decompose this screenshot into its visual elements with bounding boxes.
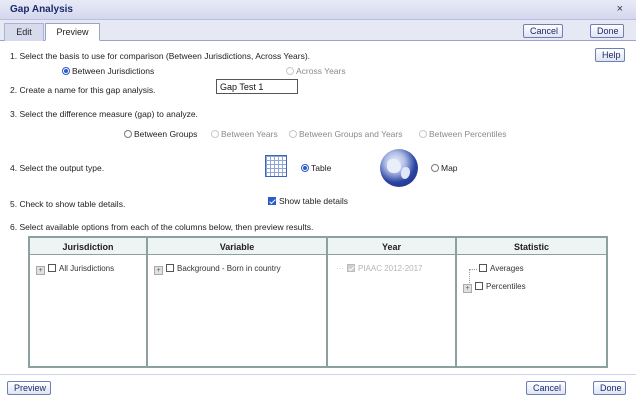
show-table-details-checkbox[interactable]: Show table details xyxy=(268,196,348,206)
step-4-text: Select the output type. xyxy=(19,163,105,173)
radio-button[interactable] xyxy=(301,164,309,172)
tree-item-averages[interactable]: Averages xyxy=(479,264,524,273)
tree-item-piaac-2012-2017: ··· PIAAC 2012-2017 xyxy=(336,264,423,273)
tree-item-percentiles[interactable]: + Percentiles xyxy=(463,282,526,293)
radio-button[interactable] xyxy=(62,67,70,75)
done-button-top[interactable]: Done xyxy=(590,24,624,38)
column-header-variable: Variable xyxy=(148,238,326,255)
table-grid-icon[interactable] xyxy=(265,155,287,177)
expand-icon[interactable]: + xyxy=(36,266,45,275)
radio-button[interactable] xyxy=(124,130,132,138)
step-4: 4. Select the output type. xyxy=(10,163,104,173)
tree-item-label: Averages xyxy=(490,264,524,273)
radio-between-groups-and-years[interactable]: Between Groups and Years xyxy=(289,129,403,139)
step-5-number: 5. xyxy=(10,199,18,209)
tree-item-label: Percentiles xyxy=(486,282,526,291)
cancel-button-top[interactable]: Cancel xyxy=(523,24,563,38)
tree-item-born-in-country[interactable]: + Background - Born in country xyxy=(154,264,281,275)
globe-map-icon[interactable] xyxy=(380,149,418,187)
step-1: 1. Select the basis to use for compariso… xyxy=(10,51,310,61)
done-button[interactable]: Done xyxy=(593,381,626,395)
tree-item-label: Background - Born in country xyxy=(177,264,281,273)
checkbox[interactable] xyxy=(479,264,487,272)
radio-button[interactable] xyxy=(286,67,294,75)
radio-label: Between Groups xyxy=(134,129,198,139)
radio-label: Across Years xyxy=(296,66,346,76)
tab-preview[interactable]: Preview xyxy=(45,23,100,41)
step-5-text: Check to show table details. xyxy=(19,199,126,209)
column-header-statistic: Statistic xyxy=(457,238,606,255)
expand-icon[interactable]: + xyxy=(463,284,472,293)
step-6: 6. Select available options from each of… xyxy=(10,222,313,232)
expand-icon[interactable]: + xyxy=(154,266,163,275)
step-4-number: 4. xyxy=(10,163,18,173)
step-1-number: 1. xyxy=(10,51,18,61)
options-table: Jurisdiction + All Jurisdictions Variable… xyxy=(28,236,608,368)
radio-label: Between Jurisdictions xyxy=(72,66,155,76)
checkbox[interactable] xyxy=(48,264,56,272)
tree-item-all-jurisdictions[interactable]: + All Jurisdictions xyxy=(36,264,114,275)
step-3-text: Select the difference measure (gap) to a… xyxy=(19,109,198,119)
radio-label: Table xyxy=(311,163,332,173)
window-title: Gap Analysis xyxy=(10,4,73,15)
radio-label: Between Groups and Years xyxy=(299,129,403,139)
step-5: 5. Check to show table details. xyxy=(10,199,125,209)
step-3-number: 3. xyxy=(10,109,18,119)
footer-divider xyxy=(0,374,636,375)
radio-button[interactable] xyxy=(211,130,219,138)
radio-across-years[interactable]: Across Years xyxy=(286,66,346,76)
column-variable: Variable + Background - Born in country xyxy=(148,238,328,366)
column-year: Year ··· PIAAC 2012-2017 xyxy=(328,238,457,366)
checkbox[interactable] xyxy=(475,282,483,290)
step-6-text: Select available options from each of th… xyxy=(19,222,314,232)
tree-connector xyxy=(469,269,477,283)
checkbox-label: Show table details xyxy=(279,196,348,206)
radio-between-jurisdictions[interactable]: Between Jurisdictions xyxy=(62,66,154,76)
radio-output-map[interactable]: Map xyxy=(431,163,458,173)
radio-button[interactable] xyxy=(419,130,427,138)
step-2-text: Create a name for this gap analysis. xyxy=(19,85,156,95)
radio-label: Between Percentiles xyxy=(429,129,507,139)
checkbox[interactable] xyxy=(268,197,276,205)
radio-between-years[interactable]: Between Years xyxy=(211,129,278,139)
column-statistic: Statistic Averages + Percentiles xyxy=(457,238,606,366)
step-2: 2. Create a name for this gap analysis. xyxy=(10,85,156,95)
column-header-year: Year xyxy=(328,238,455,255)
gap-name-input[interactable] xyxy=(216,79,298,94)
column-header-jurisdiction: Jurisdiction xyxy=(30,238,146,255)
help-button[interactable]: Help xyxy=(595,48,625,62)
cancel-button[interactable]: Cancel xyxy=(526,381,566,395)
step-1-text: Select the basis to use for comparison (… xyxy=(19,51,311,61)
tree-connector: ··· xyxy=(336,264,344,273)
step-6-number: 6. xyxy=(10,222,18,232)
main-content: Help 1. Select the basis to use for comp… xyxy=(0,41,636,374)
radio-button[interactable] xyxy=(289,130,297,138)
step-2-number: 2. xyxy=(10,85,18,95)
checkbox xyxy=(347,264,355,272)
radio-label: Between Years xyxy=(221,129,278,139)
tab-bar: Edit Preview Cancel Done xyxy=(0,20,636,41)
tree-item-label: PIAAC 2012-2017 xyxy=(358,264,423,273)
column-jurisdiction: Jurisdiction + All Jurisdictions xyxy=(30,238,148,366)
close-icon[interactable]: × xyxy=(617,3,623,15)
window-titlebar: Gap Analysis × xyxy=(0,0,636,20)
preview-button[interactable]: Preview xyxy=(7,381,51,395)
tree-item-label: All Jurisdictions xyxy=(59,264,115,273)
radio-button[interactable] xyxy=(431,164,439,172)
step-3: 3. Select the difference measure (gap) t… xyxy=(10,109,198,119)
radio-between-percentiles[interactable]: Between Percentiles xyxy=(419,129,507,139)
radio-between-groups[interactable]: Between Groups xyxy=(124,129,197,139)
radio-output-table[interactable]: Table xyxy=(301,163,331,173)
checkbox[interactable] xyxy=(166,264,174,272)
radio-label: Map xyxy=(441,163,458,173)
tab-edit[interactable]: Edit xyxy=(4,23,44,41)
